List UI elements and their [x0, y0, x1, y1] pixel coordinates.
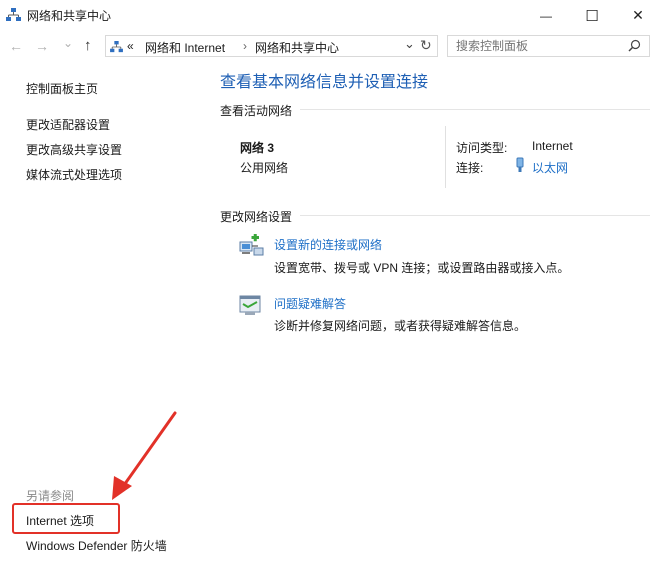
breadcrumb-separator[interactable]: › [243, 39, 247, 53]
network-name: 网络 3 [240, 141, 275, 155]
new-connection-icon [238, 233, 264, 263]
minimize-icon: — [540, 8, 552, 23]
forward-arrow-icon: → [35, 38, 49, 54]
maximize-icon: ☐ [585, 7, 599, 25]
vertical-divider [445, 126, 446, 188]
active-networks-heading: 查看活动网络 [220, 104, 293, 118]
connections-label: 连接: [456, 161, 484, 175]
up-arrow-icon: ↑ [84, 37, 92, 54]
address-bar[interactable]: « 网络和 Internet › 网络和共享中心 ⌄ [105, 35, 438, 57]
recent-locations-button[interactable]: ⌄ [63, 36, 73, 50]
section-divider [300, 109, 650, 110]
maximize-button[interactable]: ☐ [569, 0, 615, 31]
ethernet-icon [515, 157, 525, 178]
page-title: 查看基本网络信息并设置连接 [220, 74, 429, 91]
title-bar: 网络和共享中心 — ☐ ✕ [0, 0, 664, 31]
media-streaming-options-link[interactable]: 媒体流式处理选项 [26, 166, 122, 183]
close-icon: ✕ [632, 7, 644, 23]
breadcrumb-network-internet[interactable]: 网络和 Internet [145, 39, 225, 56]
setup-new-connection-link[interactable]: 设置新的连接或网络 [274, 236, 382, 253]
change-settings-heading: 更改网络设置 [220, 210, 293, 224]
refresh-button[interactable]: ↻ [420, 37, 432, 54]
network-center-location-icon [110, 40, 123, 53]
up-button[interactable]: ↑ [84, 37, 92, 54]
access-type-value: Internet [532, 139, 573, 153]
change-advanced-sharing-link[interactable]: 更改高级共享设置 [26, 141, 122, 158]
search-icon[interactable] [628, 39, 641, 57]
forward-button[interactable]: → [35, 38, 49, 54]
address-dropdown-icon[interactable]: ⌄ [404, 36, 415, 52]
network-type: 公用网络 [240, 161, 289, 175]
close-button[interactable]: ✕ [615, 0, 661, 31]
windows-defender-firewall-link[interactable]: Windows Defender 防火墙 [26, 537, 167, 554]
access-type-label: 访问类型: [456, 141, 508, 155]
back-button[interactable]: ← [9, 38, 23, 54]
ethernet-connection-link[interactable]: 以太网 [532, 159, 568, 176]
breadcrumb-overflow[interactable]: « [127, 39, 134, 53]
see-also-heading: 另请参阅 [26, 489, 75, 503]
troubleshoot-description: 诊断并修复网络问题，或者获得疑难解答信息。 [274, 319, 527, 333]
control-panel-home-link[interactable]: 控制面板主页 [26, 80, 98, 97]
troubleshoot-icon [239, 295, 263, 322]
back-arrow-icon: ← [9, 38, 23, 54]
setup-new-connection-description: 设置宽带、拨号或 VPN 连接；或设置路由器或接入点。 [274, 261, 570, 275]
breadcrumb-sharing-center[interactable]: 网络和共享中心 [255, 39, 339, 56]
highlight-box [12, 503, 120, 534]
annotation-arrow [112, 411, 177, 500]
change-adapter-settings-link[interactable]: 更改适配器设置 [26, 116, 110, 133]
troubleshoot-link[interactable]: 问题疑难解答 [274, 295, 346, 312]
window-title: 网络和共享中心 [27, 9, 112, 23]
search-input[interactable] [456, 38, 626, 54]
network-center-app-icon [6, 8, 21, 22]
refresh-icon: ↻ [420, 37, 432, 53]
chevron-down-icon: ⌄ [63, 36, 74, 50]
search-box[interactable] [447, 35, 650, 57]
section-divider [300, 215, 650, 216]
minimize-button[interactable]: — [523, 0, 569, 31]
